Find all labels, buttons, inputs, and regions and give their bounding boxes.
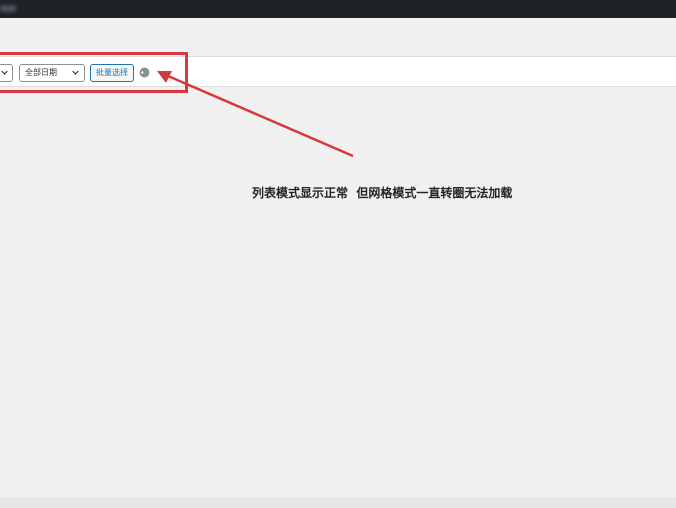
- highlight-box: [0, 52, 188, 93]
- bottom-strip: [0, 497, 676, 508]
- annotation-text: 列表模式显示正常 但网格模式一直转圈无法加载: [252, 186, 513, 200]
- admin-bar-blurred-item: [0, 5, 16, 12]
- admin-bar: [0, 0, 676, 18]
